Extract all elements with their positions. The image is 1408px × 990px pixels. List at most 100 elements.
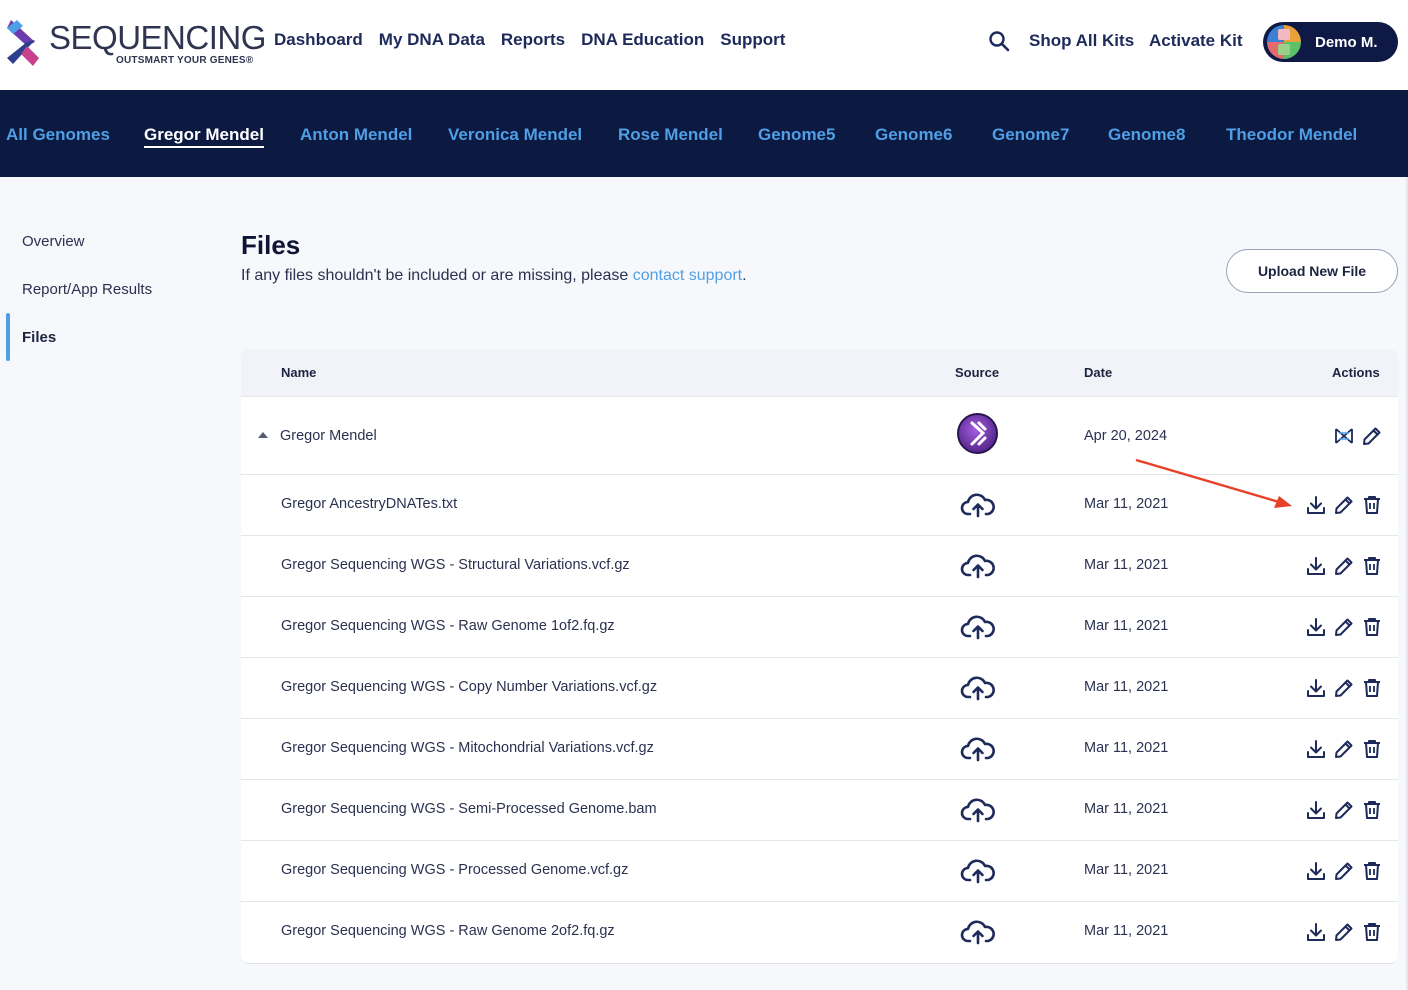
file-name[interactable]: Gregor Sequencing WGS - Mitochondrial Va… — [281, 740, 654, 756]
edit-icon[interactable] — [1333, 921, 1355, 943]
delete-icon[interactable] — [1361, 555, 1383, 577]
table-row[interactable]: Gregor Sequencing WGS - Raw Genome 1of2.… — [241, 597, 1398, 658]
file-name[interactable]: Gregor AncestryDNATes.txt — [281, 496, 457, 512]
files-table: Name Source Date Actions Gregor Mendel A… — [241, 349, 1398, 964]
download-icon[interactable] — [1305, 738, 1327, 760]
download-icon[interactable] — [1305, 555, 1327, 577]
table-row[interactable]: Gregor Sequencing WGS - Semi-Processed G… — [241, 780, 1398, 841]
brand-name: SEQUENCING — [49, 19, 266, 56]
download-icon[interactable] — [1305, 799, 1327, 821]
file-name[interactable]: Gregor Sequencing WGS - Structural Varia… — [281, 557, 630, 573]
table-row[interactable]: Gregor Sequencing WGS - Raw Genome 2of2.… — [241, 902, 1398, 963]
delete-icon[interactable] — [1361, 799, 1383, 821]
file-date: Mar 11, 2021 — [1084, 923, 1169, 939]
subtitle-text: If any files shouldn't be included or ar… — [241, 267, 633, 284]
genome-tab-genome6[interactable]: Genome6 — [875, 125, 952, 145]
cloud-upload-icon — [960, 492, 996, 518]
upload-new-file-button[interactable]: Upload New File — [1226, 249, 1398, 293]
delete-icon[interactable] — [1361, 738, 1383, 760]
cloud-upload-icon — [960, 858, 996, 884]
download-icon[interactable] — [1305, 494, 1327, 516]
header-actions: Actions — [1332, 365, 1380, 380]
main-nav: Dashboard My DNA Data Reports DNA Educat… — [274, 30, 785, 50]
sequencing-logo[interactable]: SEQUENCING OUTSMART YOUR GENES® — [5, 16, 266, 68]
cloud-upload-icon — [960, 614, 996, 640]
edit-icon[interactable] — [1361, 425, 1383, 447]
table-row[interactable]: Gregor Sequencing WGS - Structural Varia… — [241, 536, 1398, 597]
sequencing-source-icon — [957, 413, 998, 454]
cloud-upload-icon — [960, 736, 996, 762]
genome-group-row[interactable]: Gregor Mendel Apr 20, 2024 — [241, 397, 1398, 475]
nav-dna-education[interactable]: DNA Education — [581, 30, 704, 50]
genome-tab-veronica-mendel[interactable]: Veronica Mendel — [448, 125, 582, 145]
table-row[interactable]: Gregor Sequencing WGS - Processed Genome… — [241, 841, 1398, 902]
file-date: Mar 11, 2021 — [1084, 679, 1169, 695]
group-name: Gregor Mendel — [280, 428, 377, 444]
genome-tab-anton-mendel[interactable]: Anton Mendel — [300, 125, 412, 145]
delete-icon[interactable] — [1361, 616, 1383, 638]
edit-icon[interactable] — [1333, 555, 1355, 577]
file-name[interactable]: Gregor Sequencing WGS - Raw Genome 1of2.… — [281, 618, 615, 634]
header-source[interactable]: Source — [955, 365, 999, 380]
file-date: Mar 11, 2021 — [1084, 740, 1169, 756]
genome-tab-theodor-mendel[interactable]: Theodor Mendel — [1226, 125, 1357, 145]
cloud-upload-icon — [960, 797, 996, 823]
sidebar-item-files[interactable]: Files — [22, 329, 56, 346]
edit-icon[interactable] — [1333, 738, 1355, 760]
genome-tab-rose-mendel[interactable]: Rose Mendel — [618, 125, 723, 145]
contact-support-link[interactable]: contact support — [633, 267, 742, 284]
genome-tab-genome7[interactable]: Genome7 — [992, 125, 1069, 145]
brand-tagline: OUTSMART YOUR GENES® — [116, 55, 254, 66]
file-date: Mar 11, 2021 — [1084, 801, 1169, 817]
file-date: Mar 11, 2021 — [1084, 557, 1169, 573]
user-menu-button[interactable]: Demo M. — [1263, 22, 1398, 62]
nav-dashboard[interactable]: Dashboard — [274, 30, 363, 50]
file-name[interactable]: Gregor Sequencing WGS - Semi-Processed G… — [281, 801, 657, 817]
file-date: Mar 11, 2021 — [1084, 496, 1169, 512]
nav-reports[interactable]: Reports — [501, 30, 565, 50]
download-icon[interactable] — [1305, 921, 1327, 943]
user-name: Demo M. — [1315, 34, 1378, 51]
top-header: SEQUENCING OUTSMART YOUR GENES® Dashboar… — [0, 0, 1408, 90]
table-row[interactable]: Gregor Sequencing WGS - Copy Number Vari… — [241, 658, 1398, 719]
table-header: Name Source Date Actions — [241, 349, 1398, 397]
table-row[interactable]: Gregor AncestryDNATes.txt Mar 11, 2021 — [241, 475, 1398, 536]
cloud-upload-icon — [960, 919, 996, 945]
genome-tab-genome5[interactable]: Genome5 — [758, 125, 835, 145]
collapse-caret-icon[interactable] — [258, 432, 268, 438]
search-icon[interactable] — [988, 30, 1010, 52]
download-icon[interactable] — [1305, 616, 1327, 638]
download-icon[interactable] — [1305, 860, 1327, 882]
nav-support[interactable]: Support — [720, 30, 785, 50]
genome-tab-gregor-mendel[interactable]: Gregor Mendel — [144, 125, 264, 148]
header-date[interactable]: Date — [1084, 365, 1112, 380]
nav-my-dna-data[interactable]: My DNA Data — [379, 30, 485, 50]
cloud-upload-icon — [960, 553, 996, 579]
delete-icon[interactable] — [1361, 921, 1383, 943]
download-icon[interactable] — [1305, 677, 1327, 699]
compare-icon[interactable] — [1333, 425, 1355, 447]
edit-icon[interactable] — [1333, 860, 1355, 882]
page-title: Files — [241, 230, 301, 260]
sidebar-active-indicator — [6, 313, 10, 361]
edit-icon[interactable] — [1333, 616, 1355, 638]
table-row[interactable]: Gregor Sequencing WGS - Mitochondrial Va… — [241, 719, 1398, 780]
delete-icon[interactable] — [1361, 494, 1383, 516]
header-name[interactable]: Name — [281, 365, 316, 380]
genome-tab-all-genomes[interactable]: All Genomes — [6, 125, 110, 145]
delete-icon[interactable] — [1361, 860, 1383, 882]
page-subtitle: If any files shouldn't be included or ar… — [241, 267, 747, 285]
file-name[interactable]: Gregor Sequencing WGS - Copy Number Vari… — [281, 679, 657, 695]
edit-icon[interactable] — [1333, 677, 1355, 699]
sidebar-item-overview[interactable]: Overview — [22, 233, 85, 250]
edit-icon[interactable] — [1333, 799, 1355, 821]
delete-icon[interactable] — [1361, 677, 1383, 699]
activate-kit-link[interactable]: Activate Kit — [1149, 31, 1243, 51]
sidebar-item-report-app-results[interactable]: Report/App Results — [22, 281, 152, 298]
edit-icon[interactable] — [1333, 494, 1355, 516]
file-name[interactable]: Gregor Sequencing WGS - Raw Genome 2of2.… — [281, 923, 615, 939]
file-name[interactable]: Gregor Sequencing WGS - Processed Genome… — [281, 862, 628, 878]
subtitle-end: . — [742, 267, 747, 284]
shop-all-kits-link[interactable]: Shop All Kits — [1029, 31, 1134, 51]
genome-tab-genome8[interactable]: Genome8 — [1108, 125, 1185, 145]
